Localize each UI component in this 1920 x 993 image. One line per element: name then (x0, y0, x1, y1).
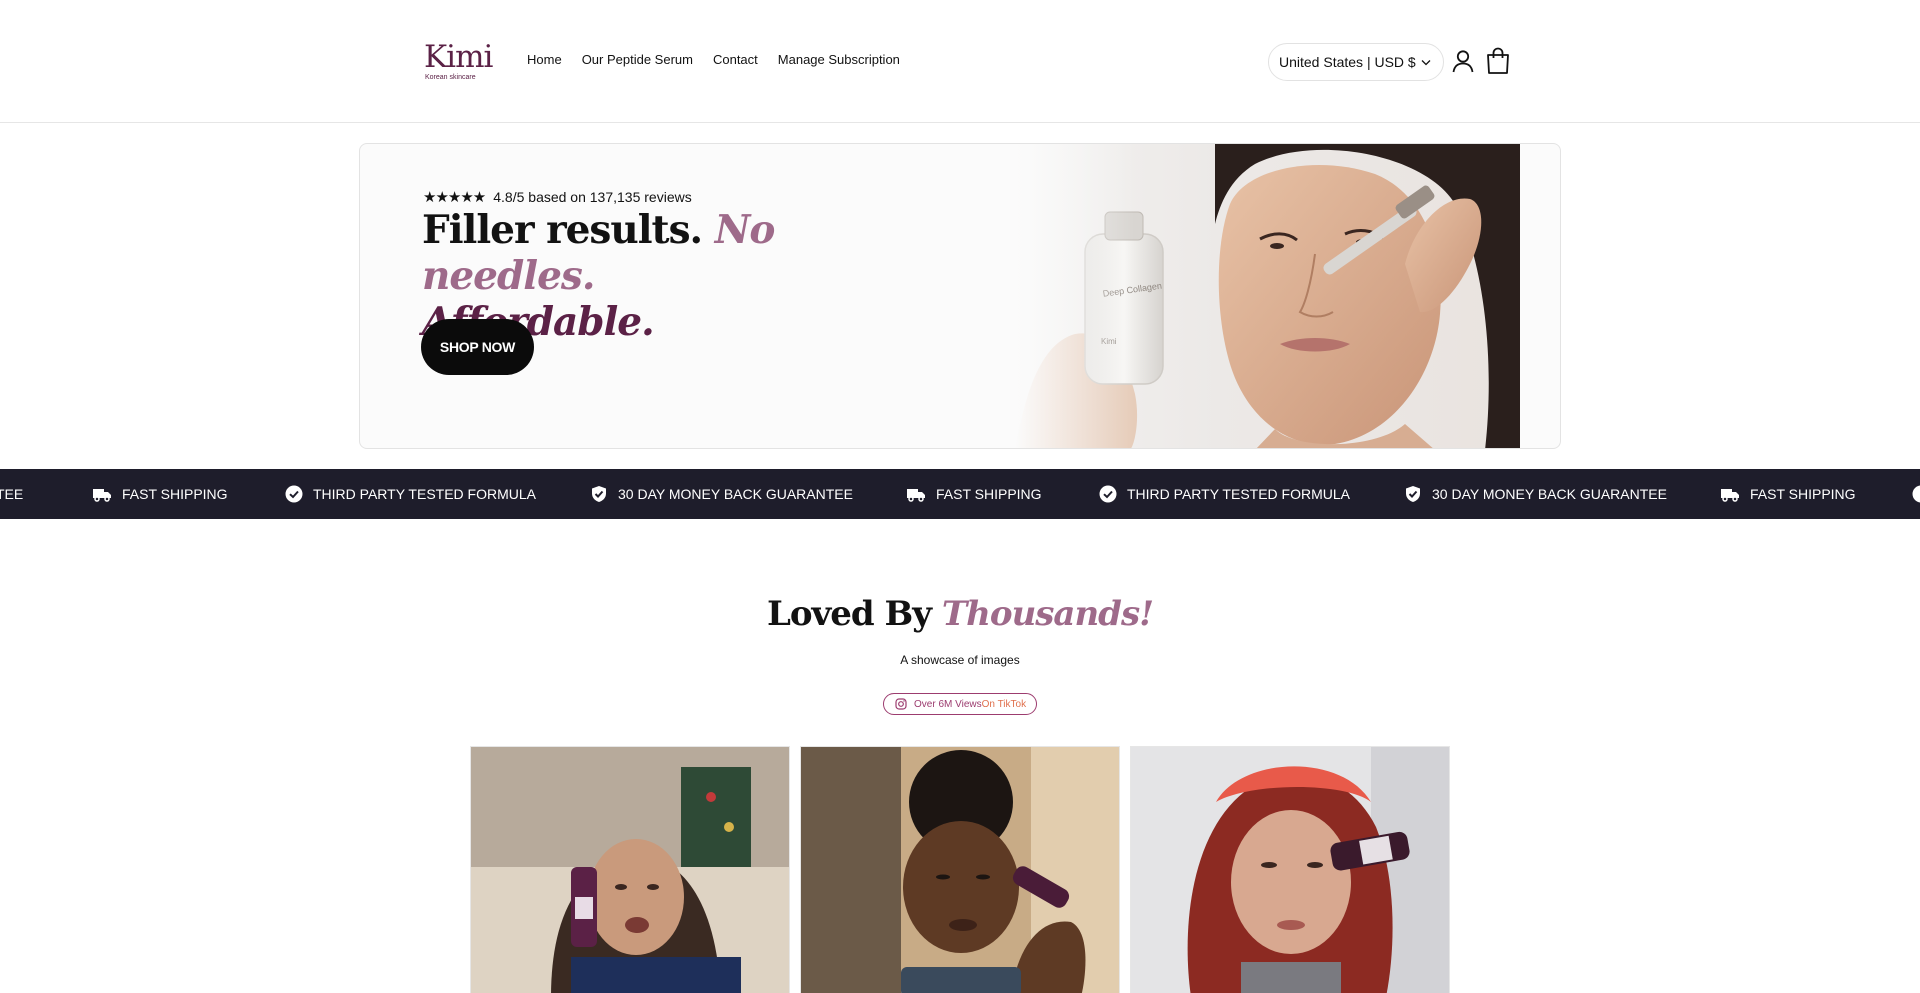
showcase-title-part-1: Loved By (766, 594, 932, 634)
marquee-item: FAST SHIPPING (906, 469, 1042, 519)
marquee-label: THIRD PARTY TESTED FORMULA (1127, 486, 1350, 502)
marquee-label: 30 DAY MONEY BACK GUARANTEE (618, 486, 853, 502)
marquee-item: 30 DAY MONEY BACK GUARANTEE (1404, 469, 1667, 519)
logo-subtitle: Korean skincare (425, 74, 476, 81)
site-header: Kimi Korean skincare Home Our Peptide Se… (0, 0, 1920, 123)
nav-contact[interactable]: Contact (713, 52, 758, 67)
marquee-item: THIRD PARTY TESTED FORMULA (285, 469, 536, 519)
hero-product-image: Deep Collagen Kimi (1015, 144, 1520, 448)
currency-value: United States | USD $ (1279, 54, 1416, 70)
hero-banner: ★★★★★ 4.8/5 based on 137,135 reviews Fil… (359, 143, 1561, 449)
logo[interactable]: Kimi Korean skincare (424, 40, 496, 84)
badge-text-tiktok: On TikTok (981, 698, 1027, 710)
currency-selector[interactable]: United States | USD $ (1268, 43, 1444, 81)
cart-icon[interactable] (1484, 46, 1512, 76)
nav-home[interactable]: Home (527, 52, 562, 67)
marquee-label: 30 DAY MONEY BACK GUARANTEE (1432, 486, 1667, 502)
shield-check-icon (592, 486, 606, 502)
marquee-label: TEE (0, 486, 24, 502)
tiktok-views-badge[interactable]: Over 6M Views On TikTok (883, 693, 1037, 715)
marquee-label: FAST SHIPPING (936, 486, 1042, 502)
badge-text: Over 6M Views (914, 698, 982, 710)
benefits-marquee: TEE FAST SHIPPING THIRD PARTY TESTED FOR… (0, 469, 1920, 519)
marquee-label: FAST SHIPPING (1750, 486, 1856, 502)
marquee-item: THIRD PARTY TESTED FORMULA (1099, 469, 1350, 519)
headline-part-1: Filler results. (422, 207, 703, 253)
chevron-down-icon (1421, 60, 1431, 66)
truck-icon (1721, 489, 1739, 502)
marquee-label: THIRD PARTY TESTED FORMULA (313, 486, 536, 502)
ugc-thumbnail-3 (1131, 747, 1449, 993)
marquee-item: FAST SHIPPING (92, 469, 228, 519)
marquee-item: TEE (0, 469, 23, 519)
logo-text: Kimi (424, 39, 493, 75)
ugc-video-card-1[interactable] (470, 746, 790, 993)
check-circle-icon (1099, 485, 1117, 503)
check-circle-icon (1912, 485, 1920, 503)
marquee-item: FAST SHIPPING (1720, 469, 1856, 519)
showcase-subtitle: A showcase of images (900, 653, 1020, 667)
hero-image-fade (1015, 144, 1135, 448)
marquee-item: 30 DAY MONEY BACK GUARANTEE (590, 469, 853, 519)
showcase-title-part-2: Thousands! (941, 594, 1154, 634)
shop-now-button[interactable]: SHOP NOW (421, 319, 534, 375)
instagram-icon (895, 698, 907, 710)
account-icon[interactable] (1450, 48, 1476, 74)
rating-summary: ★★★★★ 4.8/5 based on 137,135 reviews (423, 188, 692, 206)
ugc-video-card-2[interactable] (800, 746, 1120, 993)
check-circle-icon (285, 485, 303, 503)
marquee-label: FAST SHIPPING (122, 486, 228, 502)
truck-icon (907, 489, 925, 502)
rating-text: 4.8/5 based on 137,135 reviews (493, 189, 692, 205)
truck-icon (93, 489, 111, 502)
showcase-title: Loved By Thousands! (0, 594, 1920, 634)
marquee-item-partial (1912, 469, 1920, 519)
ugc-thumbnail-2 (801, 747, 1119, 993)
main-nav: Home Our Peptide Serum Contact Manage Su… (527, 52, 920, 67)
shield-check-icon (1406, 486, 1420, 502)
star-rating-icon: ★★★★★ (423, 189, 486, 206)
nav-peptide-serum[interactable]: Our Peptide Serum (582, 52, 693, 67)
ugc-video-card-3[interactable] (1130, 746, 1450, 993)
nav-manage-subscription[interactable]: Manage Subscription (778, 52, 900, 67)
ugc-thumbnail-1 (471, 747, 789, 993)
